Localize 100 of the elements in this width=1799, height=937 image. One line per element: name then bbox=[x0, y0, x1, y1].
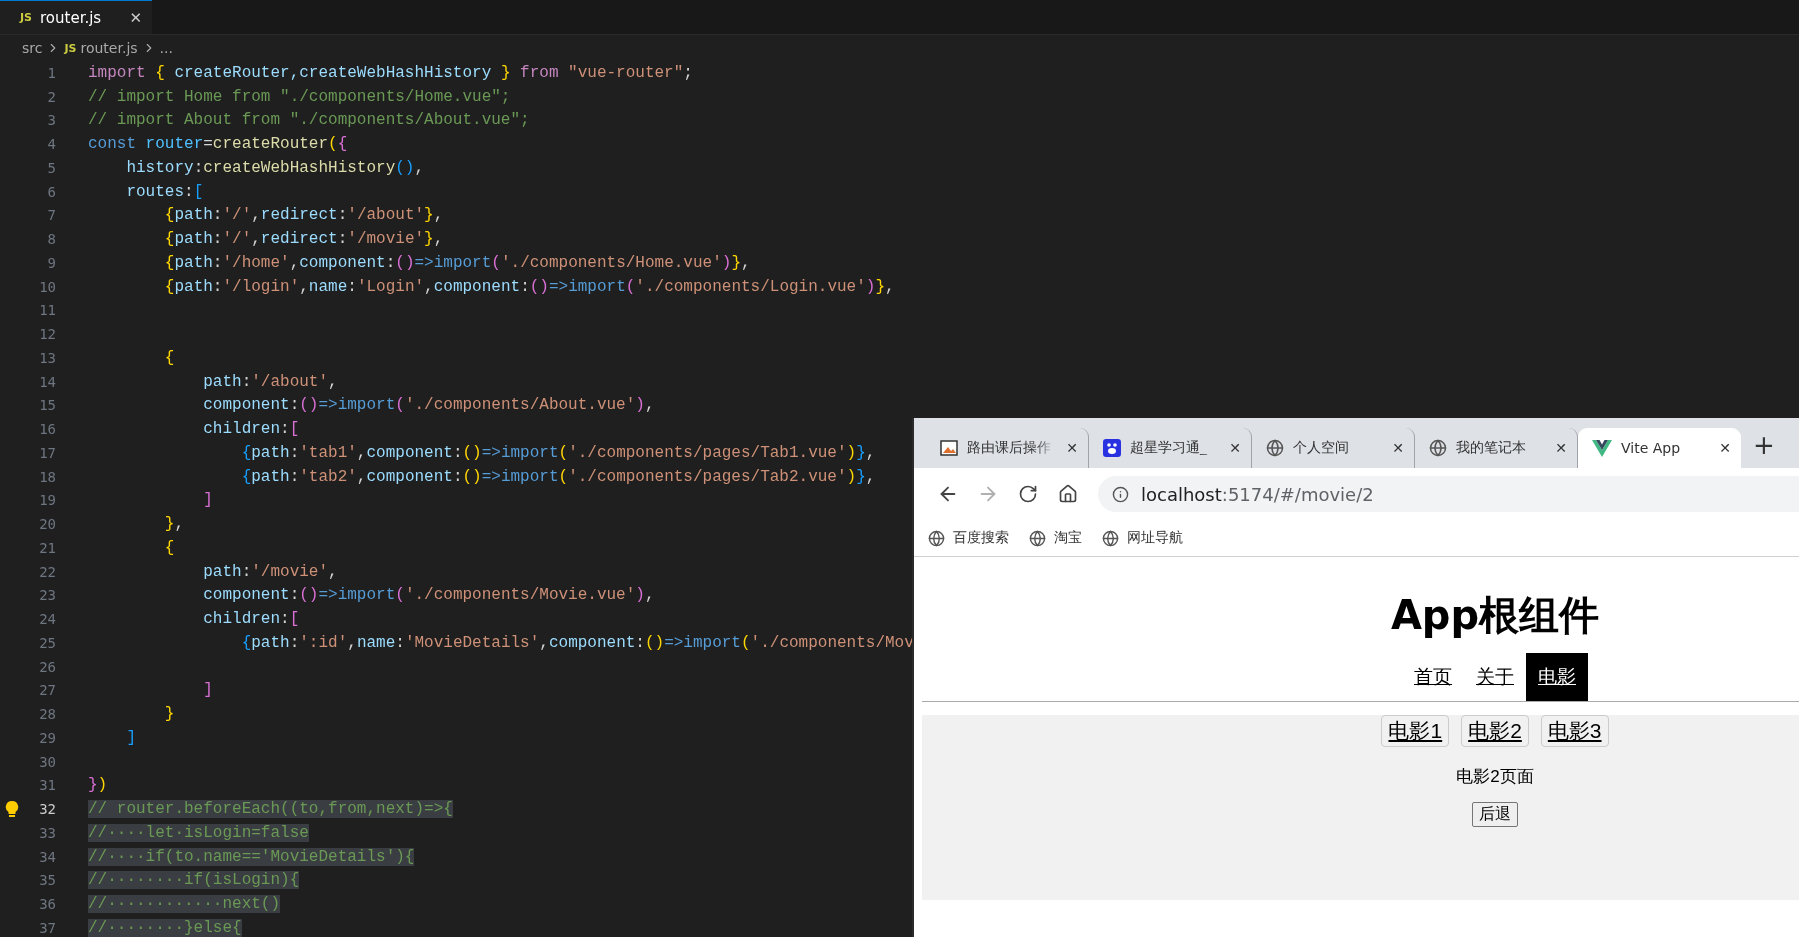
line-number: 7 bbox=[46, 207, 56, 224]
back-button[interactable]: 后退 bbox=[1472, 802, 1518, 827]
code-line: component:()=>import('./components/About.vue'), bbox=[202, 396, 655, 415]
reload-icon[interactable] bbox=[1018, 484, 1038, 504]
line-number: 27 bbox=[38, 682, 56, 699]
nav-link[interactable]: 首页 bbox=[1402, 653, 1464, 701]
code-line: {path:'/home',component:()=>import('./components/Home.vue')}, bbox=[163, 253, 751, 272]
line-number: 5 bbox=[46, 159, 56, 176]
globe-icon bbox=[1102, 529, 1119, 547]
code-line: import { createRouter,createWebHashHistory } from "vue-router"; bbox=[88, 63, 693, 82]
line-number: 9 bbox=[46, 254, 56, 271]
close-icon[interactable]: ✕ bbox=[1229, 440, 1241, 456]
line-number: 1 bbox=[46, 64, 56, 81]
code-line: // import Home from "./components/Home.vue"; bbox=[88, 87, 511, 106]
page-heading: App根组件 bbox=[1389, 591, 1601, 640]
tab-title: 超星学习通_ bbox=[1130, 439, 1208, 457]
line-number: 21 bbox=[38, 539, 56, 556]
home-icon[interactable] bbox=[1058, 484, 1078, 504]
globe-icon bbox=[1266, 439, 1284, 457]
line-number: 22 bbox=[38, 563, 56, 580]
close-icon[interactable]: ✕ bbox=[1066, 440, 1078, 456]
tab-title: 我的笔记本 bbox=[1456, 439, 1527, 457]
line-number: 30 bbox=[38, 753, 56, 770]
code-line: // import About from "./components/About.vue"; bbox=[88, 111, 530, 130]
breadcrumb-item[interactable]: src bbox=[22, 40, 43, 56]
line-number: 15 bbox=[38, 397, 56, 414]
new-tab-button[interactable]: + bbox=[1753, 430, 1775, 460]
code-line: const router=createRouter({ bbox=[88, 135, 348, 154]
lightbulb-icon[interactable] bbox=[5, 800, 19, 819]
url-text: localhost:5174/#/movie/2 bbox=[1141, 483, 1374, 505]
code-line: {path:'tab2',component:()=>import('./components/pages/Tab2.vue')}, bbox=[240, 467, 876, 486]
code-line: {path:':id',name:'MovieDetails',component:()=>import('./components/Mov bbox=[240, 633, 914, 652]
line-number: 14 bbox=[38, 373, 56, 390]
v-logo-icon bbox=[1592, 439, 1612, 457]
code-line: ] bbox=[202, 491, 213, 510]
js-file-icon: JS bbox=[64, 41, 77, 55]
code-line: }) bbox=[88, 776, 108, 795]
code-line: history:createWebHashHistory(), bbox=[125, 158, 425, 177]
browser-tab[interactable]: 个人空间 ✕ bbox=[1252, 428, 1415, 468]
code-line: }, bbox=[163, 515, 185, 534]
line-number: 13 bbox=[38, 349, 56, 366]
line-number: 6 bbox=[46, 183, 56, 200]
close-icon[interactable]: ✕ bbox=[1555, 440, 1567, 456]
line-number: 37 bbox=[38, 919, 56, 936]
line-number: 29 bbox=[38, 729, 56, 746]
line-number: 26 bbox=[38, 658, 56, 675]
line-number: 24 bbox=[38, 611, 56, 628]
code-line: {path:'/',redirect:'/movie'}, bbox=[163, 230, 444, 249]
nav-link[interactable]: 电影 bbox=[1526, 653, 1588, 701]
movie-link[interactable]: 电影3 bbox=[1540, 715, 1609, 747]
tab-title: Vite App bbox=[1621, 440, 1682, 456]
browser-tab[interactable]: 路由课后操作 ✕ bbox=[926, 428, 1089, 468]
close-icon[interactable]: ✕ bbox=[129, 8, 142, 27]
bookmark-label: 百度搜索 bbox=[953, 529, 1009, 547]
line-number: 36 bbox=[38, 896, 56, 913]
code-line: ] bbox=[125, 728, 136, 747]
line-number: 34 bbox=[38, 848, 56, 865]
movie-link[interactable]: 电影1 bbox=[1381, 715, 1450, 747]
browser-tab[interactable]: Vite App ✕ bbox=[1578, 428, 1741, 468]
code-line: { bbox=[163, 348, 175, 367]
nav-link[interactable]: 关于 bbox=[1464, 653, 1526, 701]
bookmark-label: 淘宝 bbox=[1054, 529, 1082, 547]
line-number: 35 bbox=[38, 872, 56, 889]
line-number: 19 bbox=[38, 492, 56, 509]
tab-title: router.js bbox=[40, 8, 103, 27]
line-number: 16 bbox=[38, 421, 56, 438]
line-number: 25 bbox=[38, 634, 56, 651]
close-icon[interactable]: ✕ bbox=[1392, 440, 1404, 456]
line-number: 3 bbox=[46, 112, 56, 129]
browser-tab[interactable]: 超星学习通_ ✕ bbox=[1089, 428, 1252, 468]
line-number: 2 bbox=[46, 88, 56, 105]
code-line: path:'/movie', bbox=[202, 562, 338, 581]
line-number: 8 bbox=[46, 231, 56, 248]
movie-link[interactable]: 电影2 bbox=[1461, 715, 1529, 747]
line-number: 18 bbox=[38, 468, 56, 485]
tab-title: 个人空间 bbox=[1293, 439, 1350, 457]
globe-icon bbox=[1029, 529, 1046, 547]
line-number: 23 bbox=[38, 587, 56, 604]
info-icon[interactable] bbox=[1112, 485, 1129, 503]
code-line: routes:[ bbox=[125, 182, 204, 201]
breadcrumb-item[interactable]: ... bbox=[159, 40, 173, 56]
globe-icon bbox=[928, 529, 945, 547]
line-number: 31 bbox=[38, 777, 56, 794]
paw-icon bbox=[1103, 439, 1121, 457]
line-number: 10 bbox=[38, 278, 56, 295]
picture-frame-icon bbox=[940, 439, 958, 457]
line-number: 11 bbox=[38, 302, 56, 319]
address-bar[interactable]: localhost:5174/#/movie/2 bbox=[1098, 476, 1799, 512]
editor-tab[interactable]: JS router.js ✕ bbox=[0, 0, 152, 34]
close-icon[interactable]: ✕ bbox=[1719, 440, 1731, 456]
code-line: ] bbox=[202, 681, 213, 700]
tab-title: 路由课后操作 bbox=[967, 439, 1052, 457]
line-number: 12 bbox=[38, 326, 56, 343]
code-line: } bbox=[163, 705, 175, 724]
line-number: 17 bbox=[38, 444, 56, 461]
line-number: 20 bbox=[38, 516, 56, 533]
code-line: { bbox=[163, 538, 175, 557]
code-line: {path:'tab1',component:()=>import('./components/pages/Tab1.vue')}, bbox=[240, 443, 876, 462]
code-line: component:()=>import('./components/Movie.vue'), bbox=[202, 586, 655, 605]
breadcrumb-item[interactable]: router.js bbox=[80, 40, 138, 56]
